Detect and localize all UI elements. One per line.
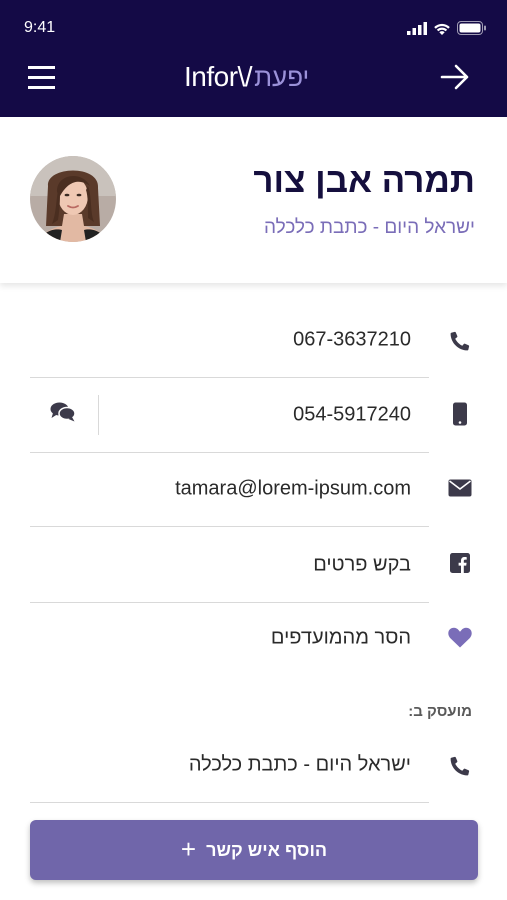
app-logo: Infor\/ יפעת [184,60,334,94]
contact-company[interactable]: ישראל היום - כתבת כלכלה [264,217,475,239]
contact-name: תמרה אבן צור [253,161,475,200]
add-contact-label: הוסף איש קשר [206,839,328,860]
employer-phone-icon [446,752,474,780]
mobile-row[interactable]: 054-5917240 [30,377,429,453]
signal-icon [407,21,427,35]
status-time: 9:41 [24,19,56,36]
email-address[interactable]: tamara@lorem-ipsum.com [175,477,411,500]
chat-button[interactable] [50,401,78,427]
phone-number[interactable]: 067-3637210 [293,328,411,351]
plus-icon: + [180,833,197,864]
mobile-phone-icon [446,400,474,428]
add-contact-button[interactable]: הוסף איש קשר + [30,820,478,880]
envelope-icon [446,474,474,502]
battery-icon [457,21,486,35]
email-row[interactable]: tamara@lorem-ipsum.com [30,451,429,527]
avatar-image [30,156,116,242]
menu-button[interactable] [28,64,58,90]
app-header: 9:41 Infor\/ יפעת [0,0,507,117]
facebook-icon [446,549,474,577]
employment-label: מועסק ב: [408,703,472,720]
facebook-request[interactable]: בקש פרטים [313,553,411,576]
row-divider [98,395,99,435]
phone-icon [446,327,474,355]
logo-text-en: Infor\/ [184,61,253,92]
status-icons [407,21,487,35]
hamburger-icon [28,66,55,69]
facebook-row[interactable]: בקש פרטים [30,527,429,603]
employer-row[interactable]: ישראל היום - כתבת כלכלה [30,727,429,803]
profile-card: תמרה אבן צור ישראל היום - כתבת כלכלה [0,117,507,283]
logo-text-he: יפעת [254,61,310,92]
phone-row[interactable]: 067-3637210 [30,302,429,378]
employer-name[interactable]: ישראל היום - כתבת כלכלה [189,753,411,776]
avatar [30,156,116,242]
remove-favorite[interactable]: הסר מהמועדפים [271,627,411,650]
back-arrow-icon[interactable] [439,62,471,92]
mobile-number[interactable]: 054-5917240 [293,403,411,426]
wifi-icon [434,23,450,35]
favorite-row[interactable]: הסר מהמועדפים [30,600,429,676]
chat-bubbles-icon [50,402,76,422]
heart-icon[interactable] [446,623,474,651]
